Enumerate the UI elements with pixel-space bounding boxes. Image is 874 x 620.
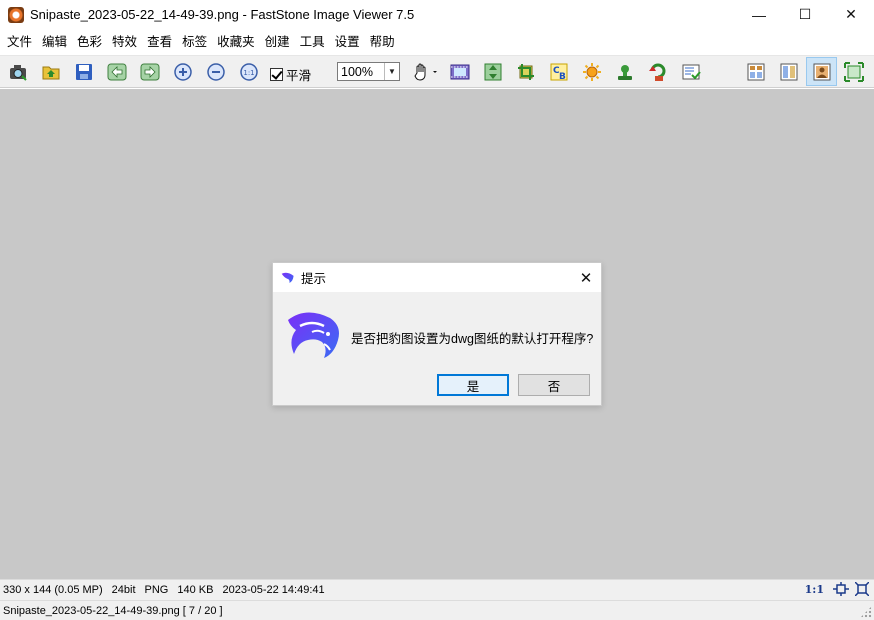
color-adjust-icon[interactable]: CB: [548, 61, 570, 83]
file-size: 140 KB: [177, 584, 214, 596]
svg-text:1:1: 1:1: [243, 69, 254, 77]
panther-logo-icon: [281, 272, 294, 283]
full-view-layout-icon[interactable]: [806, 57, 837, 86]
menu-tags[interactable]: 标签: [179, 29, 210, 56]
menu-view[interactable]: 查看: [144, 29, 175, 56]
menu-edit[interactable]: 编辑: [39, 29, 70, 56]
batch-icon[interactable]: [680, 61, 702, 83]
zoom-value: 100%: [341, 64, 373, 79]
chevron-down-icon[interactable]: ▼: [384, 63, 399, 80]
toolbar: 1:1 平滑 CB: [0, 56, 874, 88]
open-folder-icon[interactable]: [40, 61, 62, 83]
menu-create[interactable]: 创建: [262, 29, 293, 56]
title-bar: Snipaste_2023-05-22_14-49-39.png - FastS…: [0, 0, 874, 29]
smooth-label: 平滑: [286, 69, 312, 83]
menu-bar: 文件 编辑 色彩 特效 查看 标签 收藏夹 创建 工具 设置 帮助: [0, 29, 874, 56]
no-button[interactable]: 否: [518, 374, 590, 396]
thumbnail-layout-icon[interactable]: [778, 61, 800, 83]
status-controls: 1:1: [805, 582, 869, 596]
fullscreen-icon[interactable]: [843, 61, 865, 83]
hand-tool-icon[interactable]: [410, 61, 440, 83]
prompt-dialog: 提示 ✕ 是否把豹图设置为dwg图纸的默认打开程序? 是 否: [272, 262, 602, 406]
browser-layout-icon[interactable]: [745, 61, 767, 83]
fit-window-icon[interactable]: [833, 582, 849, 596]
app-icon: [8, 6, 24, 23]
menu-tools[interactable]: 工具: [297, 29, 328, 56]
menu-settings[interactable]: 设置: [332, 29, 363, 56]
maximize-button[interactable]: ☐: [782, 0, 828, 29]
close-button[interactable]: ✕: [828, 0, 874, 29]
yes-button[interactable]: 是: [437, 374, 509, 396]
crop-icon[interactable]: [515, 61, 537, 83]
window-title: Snipaste_2023-05-22_14-49-39.png - FastS…: [30, 7, 415, 22]
image-format: PNG: [144, 584, 169, 596]
filename-bar: Snipaste_2023-05-22_14-49-39.png [ 7 / 2…: [0, 600, 874, 620]
menu-colors[interactable]: 色彩: [74, 29, 105, 56]
menu-favorites[interactable]: 收藏夹: [214, 29, 258, 56]
resize-grip[interactable]: [860, 606, 872, 618]
zoom-ratio[interactable]: 1:1: [805, 583, 824, 596]
zoom-select[interactable]: 100% ▼: [337, 62, 400, 81]
panther-logo: [288, 312, 339, 358]
camera-icon[interactable]: [7, 61, 29, 83]
image-dimensions: 330 x 144 (0.05 MP): [3, 584, 103, 596]
menu-effects[interactable]: 特效: [109, 29, 140, 56]
dialog-body: 是否把豹图设置为dwg图纸的默认打开程序? 是 否: [273, 292, 601, 406]
window-controls: — ☐ ✕: [736, 0, 874, 29]
smooth-toggle[interactable]: 平滑: [270, 65, 311, 84]
actual-size-icon[interactable]: 1:1: [238, 61, 260, 83]
image-info-bar: 330 x 144 (0.05 MP) 24bit PNG 140 KB 202…: [0, 579, 874, 600]
menu-help[interactable]: 帮助: [367, 29, 398, 56]
dialog-title-bar: 提示 ✕: [273, 263, 601, 292]
dialog-close-button[interactable]: ✕: [571, 263, 601, 292]
undo-icon[interactable]: [647, 61, 669, 83]
file-datetime: 2023-05-22 14:49:41: [222, 584, 325, 596]
save-icon[interactable]: [73, 61, 95, 83]
minimize-button[interactable]: —: [736, 0, 782, 29]
brightness-icon[interactable]: [581, 61, 603, 83]
next-icon[interactable]: [139, 61, 161, 83]
stamp-icon[interactable]: [614, 61, 636, 83]
menu-file[interactable]: 文件: [4, 29, 35, 56]
full-screen-status-icon[interactable]: [855, 582, 869, 596]
dialog-title: 提示: [301, 272, 327, 286]
bit-depth: 24bit: [111, 584, 136, 596]
slideshow-icon[interactable]: [449, 61, 471, 83]
file-name-index: Snipaste_2023-05-22_14-49-39.png [ 7 / 2…: [3, 604, 223, 617]
svg-text:B: B: [559, 72, 566, 82]
smooth-checkbox[interactable]: [270, 68, 283, 81]
resize-icon[interactable]: [482, 61, 504, 83]
zoom-out-icon[interactable]: [205, 61, 227, 83]
zoom-in-icon[interactable]: [172, 61, 194, 83]
previous-icon[interactable]: [106, 61, 128, 83]
dialog-message: 是否把豹图设置为dwg图纸的默认打开程序?: [351, 332, 594, 346]
